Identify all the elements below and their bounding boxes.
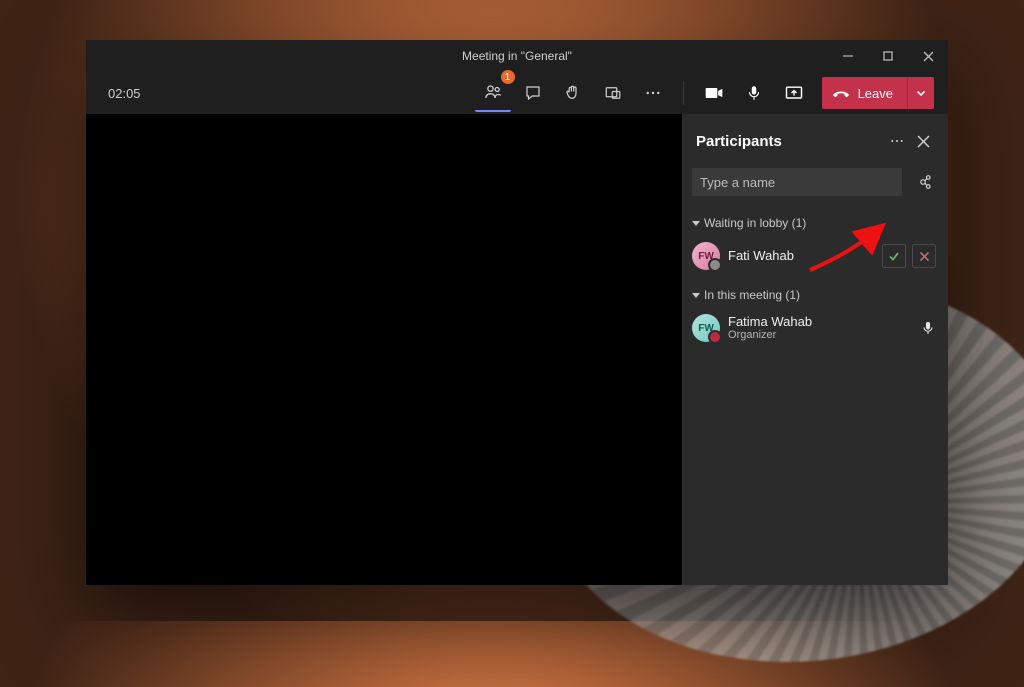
in-meeting-section-label: In this meeting (1): [704, 288, 800, 302]
in-meeting-section-header[interactable]: In this meeting (1): [692, 288, 936, 302]
avatar: FW: [692, 314, 720, 342]
lobby-section-label: Waiting in lobby (1): [704, 216, 806, 230]
close-button[interactable]: [908, 40, 948, 72]
presence-unknown-icon: [708, 258, 722, 272]
caret-down-icon: [692, 221, 700, 226]
lobby-section-header[interactable]: Waiting in lobby (1): [692, 216, 936, 230]
attendee-name: Fatima Wahab: [728, 314, 920, 330]
meeting-content: Participants Waiting in lobby (1): [86, 114, 948, 585]
leave-button[interactable]: Leave: [822, 77, 907, 109]
show-chat-button[interactable]: [515, 75, 551, 111]
minimize-button[interactable]: [828, 40, 868, 72]
participants-badge-count: 1: [505, 72, 511, 83]
meeting-window: Meeting in "General" 02:05 1: [86, 40, 948, 585]
meeting-timer: 02:05: [108, 86, 141, 101]
more-actions-button[interactable]: [635, 75, 671, 111]
title-bar: Meeting in "General": [86, 40, 948, 72]
caret-down-icon: [692, 293, 700, 298]
x-icon: [919, 251, 930, 262]
video-stage: [86, 114, 682, 585]
breakout-rooms-button[interactable]: [595, 75, 631, 111]
deny-button[interactable]: [912, 244, 936, 268]
participants-badge-icon: 1: [501, 70, 515, 84]
presence-busy-icon: [708, 330, 722, 344]
toolbar-divider: [683, 81, 684, 105]
maximize-button[interactable]: [868, 40, 908, 72]
lobby-participant-name: Fati Wahab: [728, 248, 882, 264]
window-controls: [828, 40, 948, 72]
hangup-icon: [832, 84, 850, 102]
leave-label: Leave: [858, 86, 893, 101]
admit-button[interactable]: [882, 244, 906, 268]
search-input[interactable]: [692, 168, 902, 196]
share-invite-button[interactable]: [910, 169, 936, 195]
leave-dropdown-button[interactable]: [907, 77, 934, 109]
check-icon: [888, 250, 900, 262]
participants-title: Participants: [696, 133, 884, 150]
microphone-button[interactable]: [736, 75, 772, 111]
attendee-role: Organizer: [728, 329, 920, 342]
participants-more-button[interactable]: [884, 128, 910, 154]
lobby-participant-row[interactable]: FW Fati Wahab: [692, 236, 936, 276]
show-participants-button[interactable]: 1: [475, 74, 511, 112]
meeting-toolbar: 02:05 1: [86, 72, 948, 114]
close-panel-button[interactable]: [910, 128, 936, 154]
window-title: Meeting in "General": [462, 49, 572, 63]
avatar: FW: [692, 242, 720, 270]
participants-panel: Participants Waiting in lobby (1): [682, 114, 948, 585]
camera-button[interactable]: [696, 75, 732, 111]
attendee-mic-icon: [920, 320, 936, 336]
chevron-down-icon: [916, 88, 926, 98]
share-screen-button[interactable]: [776, 75, 812, 111]
attendee-row[interactable]: FW Fatima Wahab Organizer: [692, 308, 936, 348]
raise-hand-button[interactable]: [555, 75, 591, 111]
